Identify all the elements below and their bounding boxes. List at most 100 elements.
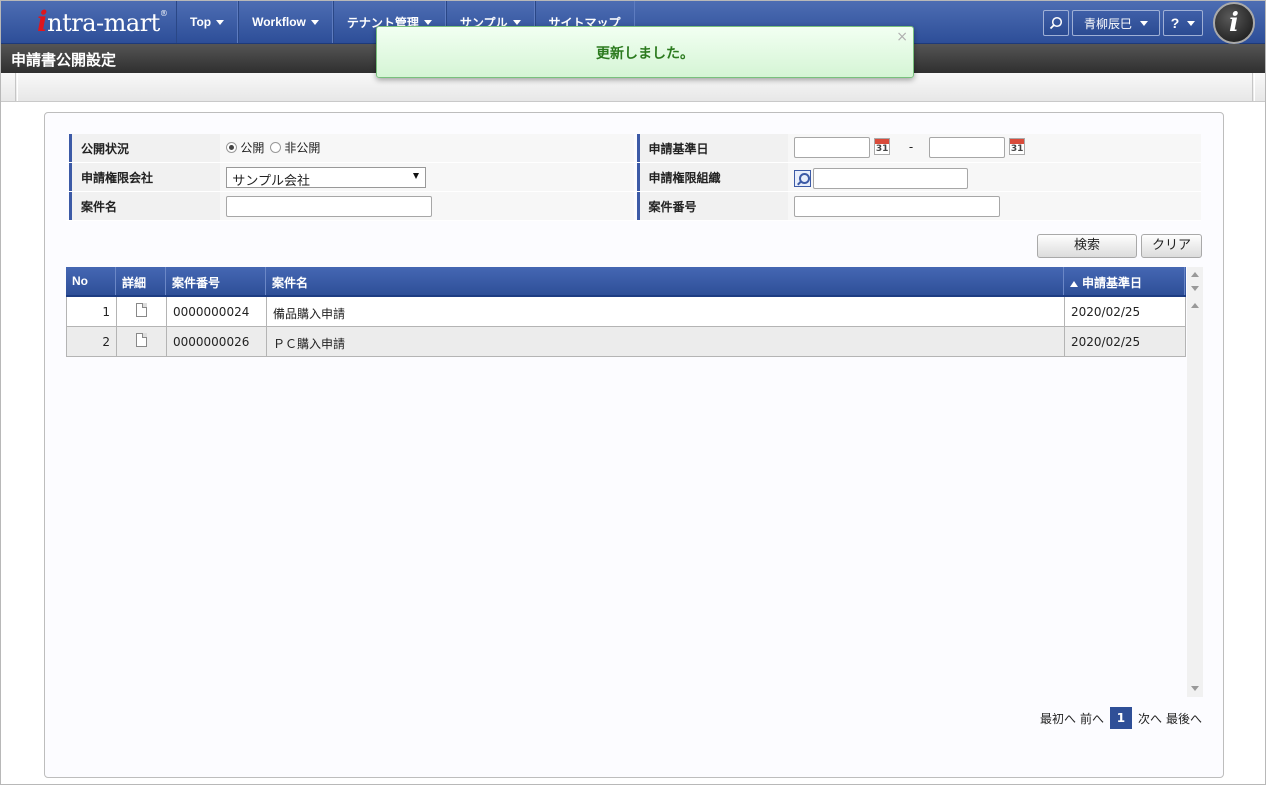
nav-top[interactable]: Top: [176, 1, 239, 43]
row-matter-name: ＰＣ購入申請: [267, 327, 1065, 356]
col-header-base-date-label: 申請基準日: [1082, 276, 1143, 290]
row-no: 1: [67, 297, 117, 326]
date-range-separator: -: [908, 140, 914, 154]
nav-workflow-label: Workflow: [252, 15, 306, 29]
chevron-down-icon: [512, 19, 521, 25]
company-select[interactable]: サンプル会社: [226, 167, 427, 189]
global-search-button[interactable]: [1043, 10, 1069, 36]
dropdown-arrow-icon: [413, 173, 420, 179]
logo-mark: i: [37, 5, 48, 38]
pager-prev[interactable]: 前へ: [1080, 710, 1104, 727]
scroll-up-icon[interactable]: [1191, 303, 1199, 308]
matter-name-input[interactable]: [226, 196, 433, 217]
status-private-radio[interactable]: [270, 142, 282, 153]
pager-last[interactable]: 最後へ: [1166, 710, 1202, 727]
status-label: 公開状況: [69, 134, 221, 162]
status-public-radio[interactable]: [226, 142, 238, 153]
search-panel: 公開状況 公開 非公開 申請基準日 31 - 31 申請権限会社 サンプル会社 …: [44, 112, 1224, 778]
calendar-day-text: 31: [1010, 144, 1024, 154]
base-date-label: 申請基準日: [636, 134, 788, 162]
base-date-field: 31 - 31: [787, 134, 1201, 162]
sort-ascending-icon: [1070, 281, 1078, 287]
chevron-down-icon: [1187, 20, 1196, 26]
search-icon: [1049, 16, 1063, 30]
status-radio-group: 公開 非公開: [226, 139, 320, 156]
chevron-down-icon: [1140, 20, 1148, 26]
form-row: 申請権限会社 サンプル会社 申請権限組織: [66, 163, 1201, 192]
navbar-right-tools: 青柳辰巳 ?: [1043, 10, 1203, 36]
help-label: ?: [1170, 15, 1180, 31]
nav-top-label: Top: [190, 15, 212, 29]
row-base-date: 2020/02/25: [1065, 327, 1186, 356]
calendar-day-text: 31: [875, 144, 889, 154]
pager-next[interactable]: 次へ: [1138, 710, 1162, 727]
chevron-down-icon: [423, 19, 432, 25]
base-date-to-input[interactable]: [928, 137, 1005, 158]
table-header: No 詳細 案件番号 案件名 申請基準日: [66, 267, 1186, 297]
organization-search-icon[interactable]: [793, 170, 811, 187]
toolbar-divider: [15, 73, 18, 101]
intra-mart-logo[interactable]: intra-mart®: [37, 5, 168, 38]
logo-text: ntra-mart: [47, 9, 160, 37]
scroll-down-icon[interactable]: [1191, 286, 1199, 291]
table-vertical-scrollbar[interactable]: [1187, 267, 1203, 697]
nav-workflow[interactable]: Workflow: [238, 1, 333, 43]
user-name: 青柳辰巳: [1083, 16, 1132, 31]
row-detail: [117, 327, 167, 356]
matter-name-label: 案件名: [69, 192, 221, 220]
scroll-up-icon[interactable]: [1191, 272, 1199, 277]
organization-input[interactable]: [812, 168, 968, 189]
logo-registered-mark: ®: [159, 9, 168, 18]
base-date-from-input[interactable]: [793, 137, 870, 158]
form-row: 案件名 案件番号: [66, 192, 1201, 221]
pagination: 最初へ 前へ 1 次へ 最後へ: [1040, 707, 1202, 729]
brand-badge-icon[interactable]: i: [1213, 2, 1255, 44]
company-field: サンプル会社: [220, 163, 634, 191]
document-icon[interactable]: [136, 303, 147, 317]
toolbar-divider: [1252, 73, 1255, 101]
col-header-matter-number[interactable]: 案件番号: [166, 267, 266, 295]
company-label: 申請権限会社: [69, 163, 221, 191]
matter-number-field: [787, 192, 1201, 220]
col-header-detail[interactable]: 詳細: [116, 267, 166, 295]
matter-number-label: 案件番号: [636, 192, 788, 220]
chevron-down-icon: [216, 19, 225, 25]
close-icon[interactable]: ×: [896, 29, 908, 45]
scroll-down-icon[interactable]: [1191, 686, 1199, 691]
organization-field: [787, 163, 1201, 191]
matter-number-input[interactable]: [793, 196, 1000, 217]
results-table: No 詳細 案件番号 案件名 申請基準日 1 0000000024 備品購入申請…: [66, 267, 1186, 357]
col-header-no[interactable]: No: [66, 267, 116, 295]
success-toast: 更新しました。 ×: [376, 26, 914, 78]
table-row[interactable]: 2 0000000026 ＰＣ購入申請 2020/02/25: [66, 327, 1186, 357]
row-detail: [117, 297, 167, 326]
document-icon[interactable]: [136, 333, 147, 347]
pager-first[interactable]: 最初へ: [1040, 710, 1076, 727]
help-menu-button[interactable]: ?: [1163, 10, 1203, 36]
calendar-icon[interactable]: 31: [1008, 138, 1025, 155]
chevron-down-icon: [310, 19, 319, 25]
organization-label: 申請権限組織: [636, 163, 788, 191]
search-form: 公開状況 公開 非公開 申請基準日 31 - 31 申請権限会社 サンプル会社 …: [66, 134, 1201, 221]
clear-button[interactable]: クリア: [1141, 234, 1202, 258]
row-no: 2: [67, 327, 117, 356]
user-menu-button[interactable]: 青柳辰巳: [1072, 10, 1160, 36]
col-header-base-date[interactable]: 申請基準日: [1064, 267, 1185, 295]
status-field: 公開 非公開: [220, 134, 634, 162]
table-row[interactable]: 1 0000000024 備品購入申請 2020/02/25: [66, 297, 1186, 327]
toast-message: 更新しました。: [596, 46, 694, 62]
col-header-matter-name[interactable]: 案件名: [266, 267, 1064, 295]
calendar-icon[interactable]: 31: [873, 138, 890, 155]
page-title: 申請書公開設定: [11, 51, 117, 69]
status-private-label[interactable]: 非公開: [284, 139, 320, 156]
row-base-date: 2020/02/25: [1065, 297, 1186, 326]
search-button[interactable]: 検索: [1037, 234, 1137, 258]
status-public-label[interactable]: 公開: [240, 139, 264, 156]
matter-name-field: [220, 192, 634, 220]
company-selected-value: サンプル会社: [232, 174, 310, 189]
row-matter-name: 備品購入申請: [267, 297, 1065, 326]
form-row: 公開状況 公開 非公開 申請基準日 31 - 31: [66, 134, 1201, 163]
row-matter-number: 0000000026: [167, 327, 267, 356]
row-matter-number: 0000000024: [167, 297, 267, 326]
pager-current-page[interactable]: 1: [1109, 707, 1132, 729]
